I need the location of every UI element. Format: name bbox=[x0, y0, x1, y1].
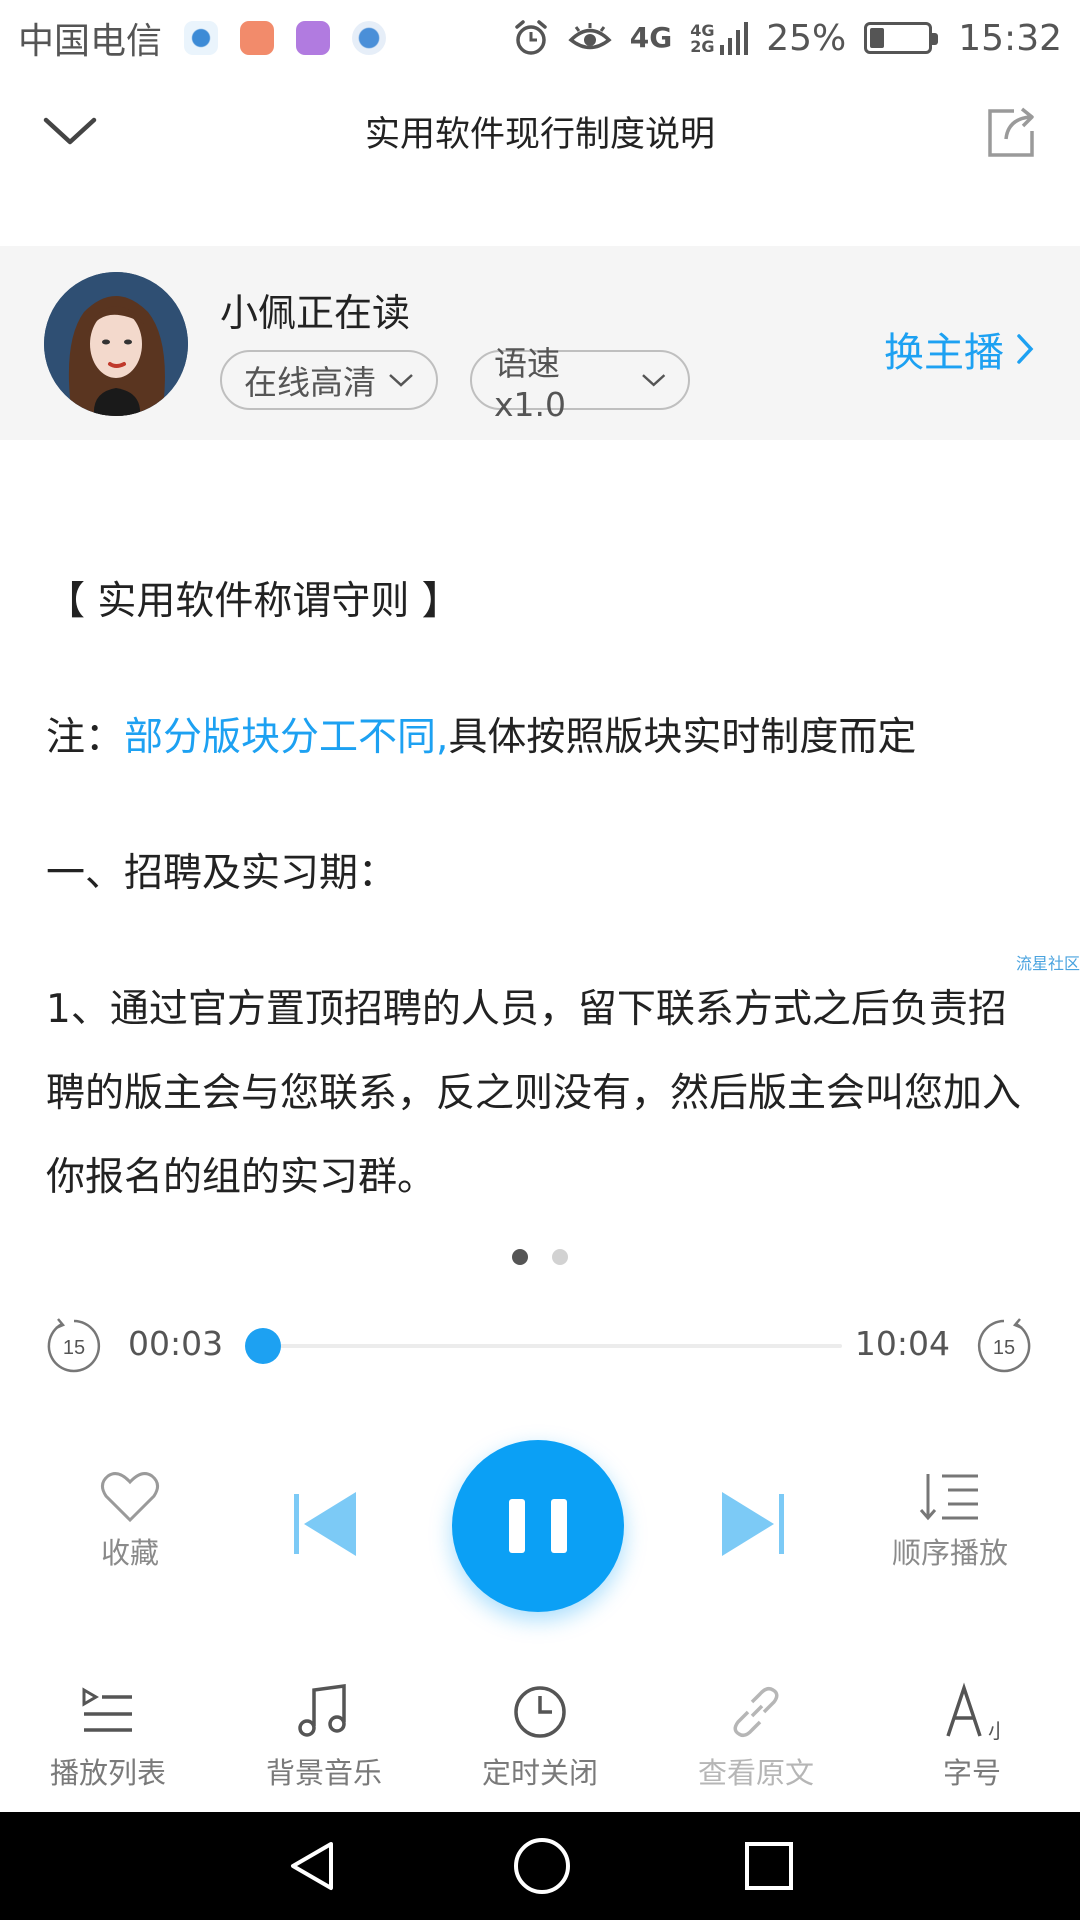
progress-slider[interactable] bbox=[258, 1344, 842, 1348]
progress-thumb[interactable] bbox=[245, 1328, 281, 1364]
link-icon bbox=[733, 1686, 779, 1738]
back-triangle-icon[interactable] bbox=[285, 1838, 341, 1894]
music-note-icon bbox=[298, 1684, 346, 1737]
favorite-label: 收藏 bbox=[100, 1536, 159, 1570]
toolbar-label-view-original: 查看原文 bbox=[697, 1756, 814, 1790]
system-nav-bar bbox=[0, 1812, 1080, 1920]
note-highlight: 部分版块分工不同, bbox=[124, 715, 449, 760]
rewind-seconds: 15 bbox=[63, 1337, 85, 1359]
play-order-label: 顺序播放 bbox=[891, 1536, 1008, 1570]
toolbar-item-background-music[interactable]: 背景音乐 bbox=[216, 1670, 432, 1810]
playlist-icon bbox=[82, 1687, 132, 1732]
network-type-label: 4G bbox=[629, 21, 673, 54]
skip-next-icon bbox=[722, 1492, 784, 1556]
battery-fill bbox=[870, 28, 885, 48]
carrier-label: 中国电信 bbox=[18, 21, 163, 62]
speed-dropdown[interactable]: 语速x1.0 bbox=[470, 344, 690, 424]
playback-controls: 收藏 顺序播放 bbox=[0, 1440, 1080, 1612]
quality-dropdown[interactable]: 在线高清 bbox=[220, 350, 438, 410]
switch-anchor-label: 换主播 bbox=[884, 330, 1004, 376]
favorite-button[interactable]: 收藏 bbox=[60, 1470, 200, 1572]
toolbar-label-playlist: 播放列表 bbox=[49, 1756, 166, 1790]
share-icon[interactable] bbox=[984, 101, 1040, 161]
chevron-down-icon bbox=[641, 374, 665, 387]
progress-row: 15 00:03 10:04 15 bbox=[0, 1316, 1080, 1376]
watermark-label: 流星社区 bbox=[1015, 954, 1080, 973]
switch-anchor-button[interactable]: 换主播 bbox=[884, 320, 1034, 378]
speed-label: 语速x1.0 bbox=[494, 343, 567, 424]
quality-label: 在线高清 bbox=[244, 363, 376, 402]
toolbar-item-font-size[interactable]: 小 字号 bbox=[864, 1670, 1080, 1810]
note-rest: 具体按照版块实时制度而定 bbox=[448, 715, 917, 760]
skip-previous-icon bbox=[294, 1492, 356, 1556]
toolbar-label-background-music: 背景音乐 bbox=[265, 1756, 382, 1790]
anchor-avatar[interactable] bbox=[44, 272, 188, 416]
toolbar-item-view-original[interactable]: 查看原文 bbox=[648, 1670, 864, 1810]
bottom-toolbar: 播放列表 背景音乐 定时关闭 查看原文 小 字号 bbox=[0, 1670, 1080, 1810]
clock-time: 15:32 bbox=[958, 17, 1062, 59]
chevron-down-icon bbox=[389, 374, 413, 387]
note-prefix: 注： bbox=[46, 715, 125, 760]
pause-icon bbox=[509, 1499, 525, 1553]
mail-notification-icon bbox=[240, 21, 275, 55]
app-notification-icon bbox=[184, 21, 219, 55]
toolbar-label-font-size: 字号 bbox=[942, 1756, 1001, 1790]
eye-comfort-icon bbox=[568, 21, 612, 55]
previous-button[interactable] bbox=[290, 1488, 362, 1560]
pause-button[interactable] bbox=[452, 1440, 624, 1612]
sequential-order-icon bbox=[919, 1474, 978, 1521]
article-body: 【 实用软件称谓守则 】 注：部分版块分工不同,具体按照版块实时制度而定 一、招… bbox=[46, 560, 1036, 1220]
toolbar-item-playlist[interactable]: 播放列表 bbox=[0, 1670, 216, 1810]
status-bar: 中国电信 4G 4G 2G 25% 15:32 bbox=[0, 0, 1080, 76]
anchor-bar: 小佩正在读 在线高清 语速x1.0 换主播 bbox=[0, 246, 1080, 440]
rewind-15-icon[interactable]: 15 bbox=[44, 1316, 104, 1376]
play-order-button[interactable]: 顺序播放 bbox=[880, 1470, 1020, 1572]
article-note: 注：部分版块分工不同,具体按照版块实时制度而定 bbox=[46, 696, 1036, 780]
page-dot-1[interactable] bbox=[512, 1249, 528, 1265]
clock-icon bbox=[514, 1686, 566, 1738]
article-section-title: 一、招聘及实习期： bbox=[46, 851, 398, 896]
network-secondary-label: 4G 2G bbox=[690, 21, 715, 56]
player-header: 实用软件现行制度说明 bbox=[0, 76, 1080, 186]
article-heading: 【 实用软件称谓守则 】 bbox=[46, 579, 461, 624]
page-indicator bbox=[0, 1249, 1080, 1265]
current-time: 00:03 bbox=[128, 1324, 224, 1363]
article-paragraph: 1、通过官方置顶招聘的人员，留下联系方式之后负责招聘的版主会与您联系，反之则没有… bbox=[46, 987, 1022, 1200]
recents-square-icon[interactable] bbox=[743, 1840, 795, 1892]
battery-percent: 25% bbox=[766, 17, 847, 59]
total-time: 10:04 bbox=[854, 1324, 950, 1363]
toolbar-label-sleep-timer: 定时关闭 bbox=[481, 1756, 598, 1790]
anchor-name: 小佩正在读 bbox=[220, 291, 411, 335]
svg-text:小: 小 bbox=[988, 1719, 1002, 1742]
battery-icon bbox=[864, 22, 939, 54]
home-circle-icon[interactable] bbox=[512, 1836, 572, 1896]
forward-seconds: 15 bbox=[993, 1337, 1015, 1359]
forward-15-icon[interactable]: 15 bbox=[974, 1316, 1034, 1376]
signal-icon: 4G 2G bbox=[690, 21, 749, 56]
toolbar-item-sleep-timer[interactable]: 定时关闭 bbox=[432, 1670, 648, 1810]
font-size-icon: 小 bbox=[946, 1682, 1002, 1742]
heart-icon bbox=[101, 1472, 159, 1523]
page-dot-2[interactable] bbox=[552, 1249, 568, 1265]
browser-notification-icon bbox=[352, 21, 387, 55]
page-title: 实用软件现行制度说明 bbox=[364, 115, 715, 155]
alarm-icon bbox=[512, 19, 550, 57]
chevron-right-icon bbox=[1017, 334, 1034, 364]
next-button[interactable] bbox=[716, 1488, 788, 1560]
gallery-notification-icon bbox=[296, 21, 331, 55]
